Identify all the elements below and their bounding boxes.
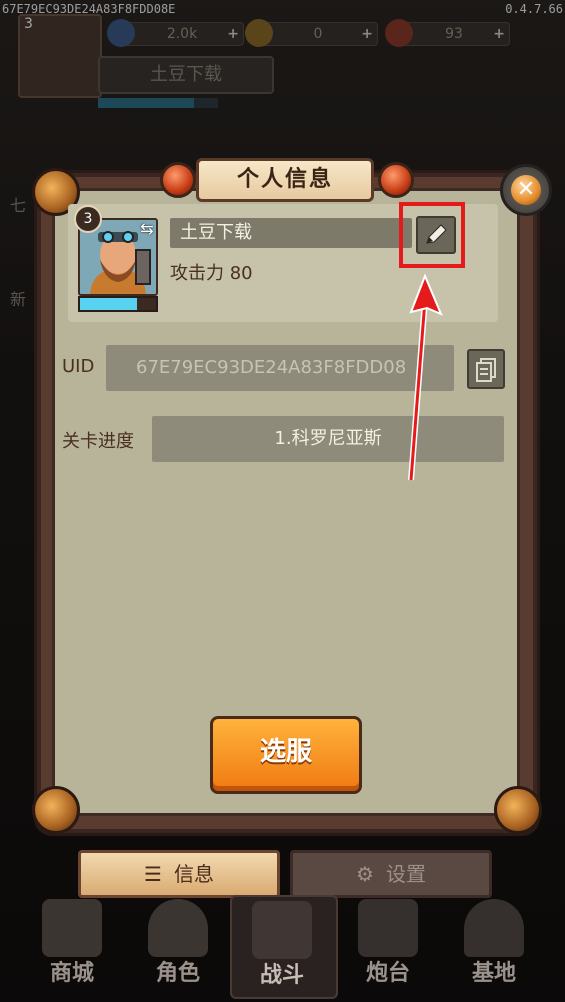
frame-rivet-icon: [32, 786, 80, 834]
chest-icon: [42, 899, 102, 957]
nav-shop-label: 商城: [49, 961, 94, 986]
gear-icon: ⚙: [356, 862, 374, 886]
close-button[interactable]: ✕: [500, 164, 552, 216]
swap-avatar-icon[interactable]: ⇆: [136, 220, 158, 238]
uid-label: UID: [62, 356, 95, 377]
title-knob-icon: [378, 162, 414, 198]
title-knob-icon: [160, 162, 196, 198]
exp-bar: [78, 296, 158, 312]
nav-turret-label: 炮台: [365, 961, 410, 986]
tab-settings-label: 设置: [385, 862, 426, 886]
frame-rivet-icon: [494, 786, 542, 834]
tab-settings[interactable]: ⚙ 设置: [290, 850, 492, 898]
attack-power: 攻击力 80: [170, 263, 253, 284]
nav-battle-label: 战斗: [259, 963, 304, 988]
player-name-field: 土豆下载: [170, 218, 412, 248]
copy-icon: [476, 358, 496, 382]
base-tower-icon: [464, 899, 524, 957]
annotation-arrow-icon: [408, 273, 443, 481]
exp-bar-fill: [80, 298, 137, 310]
close-icon: ✕: [511, 175, 541, 205]
nav-base-label: 基地: [471, 961, 516, 986]
level-badge: 3: [74, 205, 102, 233]
highlight-box: [399, 202, 465, 268]
copy-uid-button[interactable]: [467, 349, 505, 389]
nav-shop[interactable]: 商城: [22, 895, 122, 995]
nav-character-label: 角色: [155, 961, 200, 986]
hooded-character-icon: [148, 899, 208, 957]
list-icon: ☰: [144, 862, 162, 886]
crossed-cannons-icon: [252, 901, 312, 959]
dialog-title: 个人信息: [196, 158, 374, 202]
tab-info[interactable]: ☰ 信息: [78, 850, 280, 898]
stage-field: 1.科罗尼亚斯: [152, 416, 504, 462]
cannon-icon: [358, 899, 418, 957]
nav-battle[interactable]: 战斗: [230, 895, 338, 999]
nav-base[interactable]: 基地: [444, 895, 544, 995]
select-server-button[interactable]: 选服: [210, 716, 362, 794]
stage-label: 关卡进度: [62, 431, 134, 452]
nav-character[interactable]: 角色: [128, 895, 228, 995]
nav-turret[interactable]: 炮台: [338, 895, 438, 995]
tab-info-label: 信息: [173, 862, 214, 886]
